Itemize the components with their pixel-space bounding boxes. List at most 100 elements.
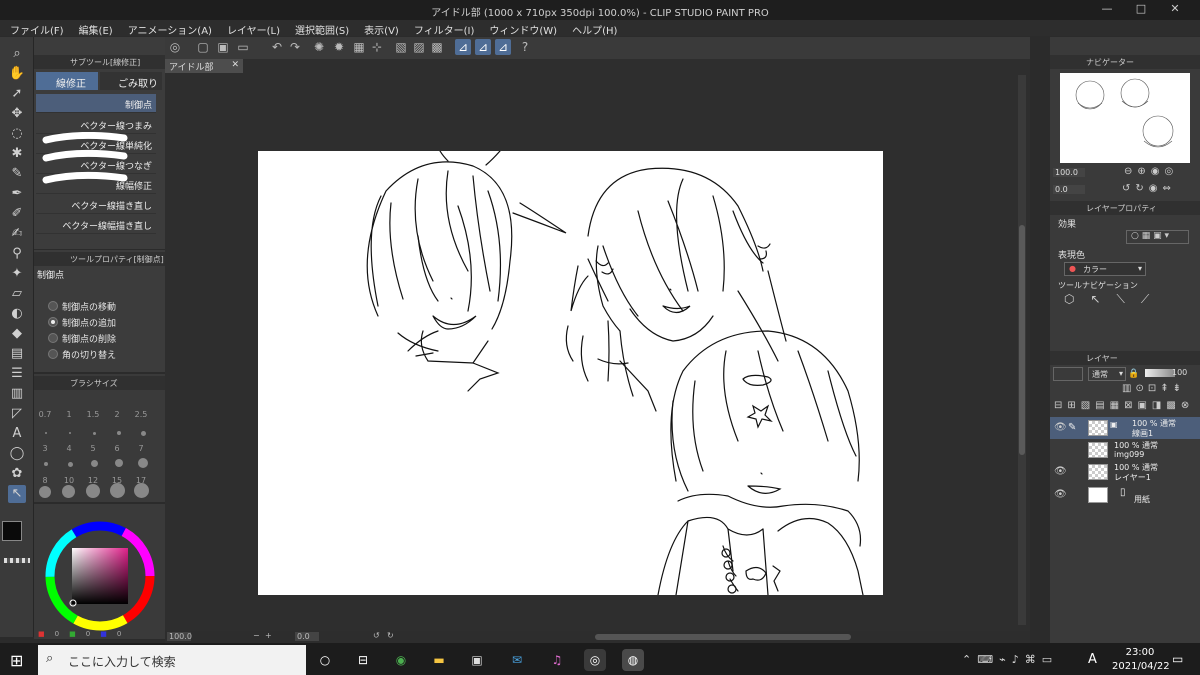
snap-ruler-icon[interactable]: ⊿ bbox=[455, 39, 471, 55]
eraser-icon[interactable]: ▱ bbox=[8, 285, 26, 303]
windows-start-icon[interactable]: ⊞ bbox=[10, 651, 23, 670]
size-value[interactable]: 6 bbox=[106, 444, 128, 453]
menu-filter[interactable]: フィルター(I) bbox=[404, 20, 480, 37]
control-point-tool-icon[interactable]: ↖ bbox=[8, 485, 26, 503]
text-icon[interactable]: A bbox=[8, 425, 26, 443]
size-value[interactable]: 1.5 bbox=[82, 410, 104, 419]
save-icon[interactable]: ▭ bbox=[235, 39, 251, 55]
store-icon[interactable]: ▣ bbox=[466, 649, 488, 671]
transform-icon[interactable]: ⊹ bbox=[369, 39, 385, 55]
clear-icon[interactable]: ✺ bbox=[311, 39, 327, 55]
hand-tool-icon[interactable]: ✋ bbox=[8, 65, 26, 83]
clip-studio-paint-icon[interactable]: ◍ bbox=[622, 649, 644, 671]
size-value[interactable]: 8 bbox=[34, 476, 56, 485]
mail-icon[interactable]: ✉ bbox=[506, 649, 528, 671]
clock-date[interactable]: 2021/04/22 bbox=[1112, 661, 1170, 672]
menu-animation[interactable]: アニメーション(A) bbox=[118, 20, 217, 37]
size-value[interactable]: 3 bbox=[34, 444, 56, 453]
itunes-icon[interactable]: ♫ bbox=[546, 649, 568, 671]
deselect-icon[interactable]: ▧ bbox=[393, 39, 409, 55]
menu-file[interactable]: ファイル(F) bbox=[0, 20, 69, 37]
frame-icon[interactable]: ▥ bbox=[8, 385, 26, 403]
invert-selection-icon[interactable]: ▨ bbox=[411, 39, 427, 55]
document-tab[interactable]: アイドル部 ✕ bbox=[165, 59, 243, 73]
decoration-icon[interactable]: ✦ bbox=[8, 265, 26, 283]
menu-edit[interactable]: 編集(E) bbox=[69, 20, 118, 37]
layer-color-button[interactable] bbox=[1053, 367, 1083, 381]
subtool-item[interactable]: ベクター線幅描き直し bbox=[36, 215, 156, 234]
lasso-icon[interactable]: ◌ bbox=[8, 125, 26, 143]
layer-row[interactable]: 👁 ✎ ▣ 100 % 通常 線画1 bbox=[1050, 417, 1200, 439]
undo-icon[interactable]: ↶ bbox=[269, 39, 285, 55]
open-file-icon[interactable]: ▣ bbox=[215, 39, 231, 55]
snap-grid-icon[interactable]: ⊿ bbox=[495, 39, 511, 55]
tab-dust-removal[interactable]: ごみ取り bbox=[100, 72, 162, 90]
layer-row[interactable]: 100 % 通常 img099 bbox=[1050, 439, 1200, 461]
airbrush-icon[interactable]: ⚲ bbox=[8, 245, 26, 263]
rotate-left-icon[interactable]: ↺ bbox=[373, 631, 380, 640]
size-value[interactable]: 5 bbox=[82, 444, 104, 453]
opacity-value[interactable]: 100 bbox=[1172, 368, 1187, 377]
subtool-item[interactable]: ベクター線描き直し bbox=[36, 195, 156, 214]
help-icon[interactable]: ? bbox=[517, 39, 533, 55]
layer-row[interactable]: 👁 ▯ 用紙 bbox=[1050, 484, 1200, 506]
express-color-select[interactable]: ● カラー ▾ bbox=[1064, 262, 1146, 276]
move-layer-icon[interactable]: ✥ bbox=[8, 105, 26, 123]
maximize-button[interactable]: □ bbox=[1134, 2, 1148, 16]
cortana-icon[interactable]: ○ bbox=[314, 649, 336, 671]
redo-icon[interactable]: ↷ bbox=[287, 39, 303, 55]
size-value[interactable]: 2.5 bbox=[130, 410, 152, 419]
main-color-swatch[interactable] bbox=[2, 521, 22, 541]
eyedropper-icon[interactable]: ✎ bbox=[8, 165, 26, 183]
navigator-zoom-buttons[interactable]: ⊖⊕◉◎ bbox=[1124, 166, 1178, 177]
size-value[interactable]: 1 bbox=[58, 410, 80, 419]
angle-field[interactable]: 0.0 bbox=[295, 632, 319, 641]
menu-window[interactable]: ウィンドウ(W) bbox=[479, 20, 562, 37]
close-button[interactable]: ✕ bbox=[1168, 2, 1182, 16]
blend-icon[interactable]: ◐ bbox=[8, 305, 26, 323]
opacity-slider[interactable] bbox=[1145, 369, 1175, 377]
lock-icon[interactable]: 🔒 bbox=[1128, 369, 1139, 379]
transparent-color-swatch[interactable] bbox=[4, 558, 30, 563]
ime-indicator[interactable]: A bbox=[1088, 652, 1097, 667]
drawing-canvas[interactable] bbox=[258, 150, 883, 596]
layer-options-row1[interactable]: ▥⊙⊡⇞⇟ bbox=[1122, 383, 1185, 394]
brush-icon[interactable]: ✍ bbox=[8, 225, 26, 243]
notification-icon[interactable]: ▭ bbox=[1172, 652, 1183, 666]
clip-studio-icon[interactable]: ◎ bbox=[584, 649, 606, 671]
blend-mode-select[interactable]: 通常 ▾ bbox=[1088, 367, 1126, 381]
navigator-zoom[interactable]: 100.0 bbox=[1053, 168, 1085, 177]
balloon-icon[interactable]: ◯ bbox=[8, 445, 26, 463]
new-file-icon[interactable]: ▢ bbox=[195, 39, 211, 55]
figure-icon[interactable]: ☰ bbox=[8, 365, 26, 383]
size-value[interactable]: 7 bbox=[130, 444, 152, 453]
pen-icon[interactable]: ✒ bbox=[8, 185, 26, 203]
layer-options-row2[interactable]: ⊟⊞▧▤▦⊠▣◨▩⊗ bbox=[1054, 400, 1194, 411]
color-wheel[interactable] bbox=[44, 520, 156, 632]
navigator-angle[interactable]: 0.0 bbox=[1053, 185, 1085, 194]
zoom-tool-icon[interactable]: ⌕ bbox=[8, 45, 26, 63]
chrome-icon[interactable]: ◉ bbox=[390, 649, 412, 671]
effect-buttons[interactable]: ○ ▦ ▣ ▾ bbox=[1126, 230, 1189, 244]
radio-add-point[interactable] bbox=[48, 317, 58, 327]
radio-delete-point[interactable] bbox=[48, 333, 58, 343]
minimize-button[interactable]: — bbox=[1100, 2, 1114, 16]
close-tab-icon[interactable]: ✕ bbox=[231, 60, 239, 70]
correct-line-icon[interactable]: ✿ bbox=[8, 465, 26, 483]
menu-layer[interactable]: レイヤー(L) bbox=[217, 20, 285, 37]
menu-help[interactable]: ヘルプ(H) bbox=[562, 20, 622, 37]
magic-wand-icon[interactable]: ✱ bbox=[8, 145, 26, 163]
radio-move-point[interactable] bbox=[48, 301, 58, 311]
snap-special-ruler-icon[interactable]: ⊿ bbox=[475, 39, 491, 55]
menu-view[interactable]: 表示(V) bbox=[354, 20, 404, 37]
fill-bucket-icon[interactable]: ◆ bbox=[8, 325, 26, 343]
vertical-scrollbar[interactable] bbox=[1018, 75, 1026, 625]
size-value[interactable]: 0.7 bbox=[34, 410, 56, 419]
zoom-out-icon[interactable]: − bbox=[253, 631, 260, 640]
tab-line-correction[interactable]: 線修正 bbox=[36, 72, 98, 90]
show-selection-icon[interactable]: ▩ bbox=[429, 39, 445, 55]
taskbar-search[interactable]: ⌕ ここに入力して検索 bbox=[38, 645, 306, 675]
gradient-icon[interactable]: ▤ bbox=[8, 345, 26, 363]
zoom-in-icon[interactable]: + bbox=[265, 631, 272, 640]
layer-row[interactable]: 👁 100 % 通常 レイヤー1 bbox=[1050, 461, 1200, 483]
